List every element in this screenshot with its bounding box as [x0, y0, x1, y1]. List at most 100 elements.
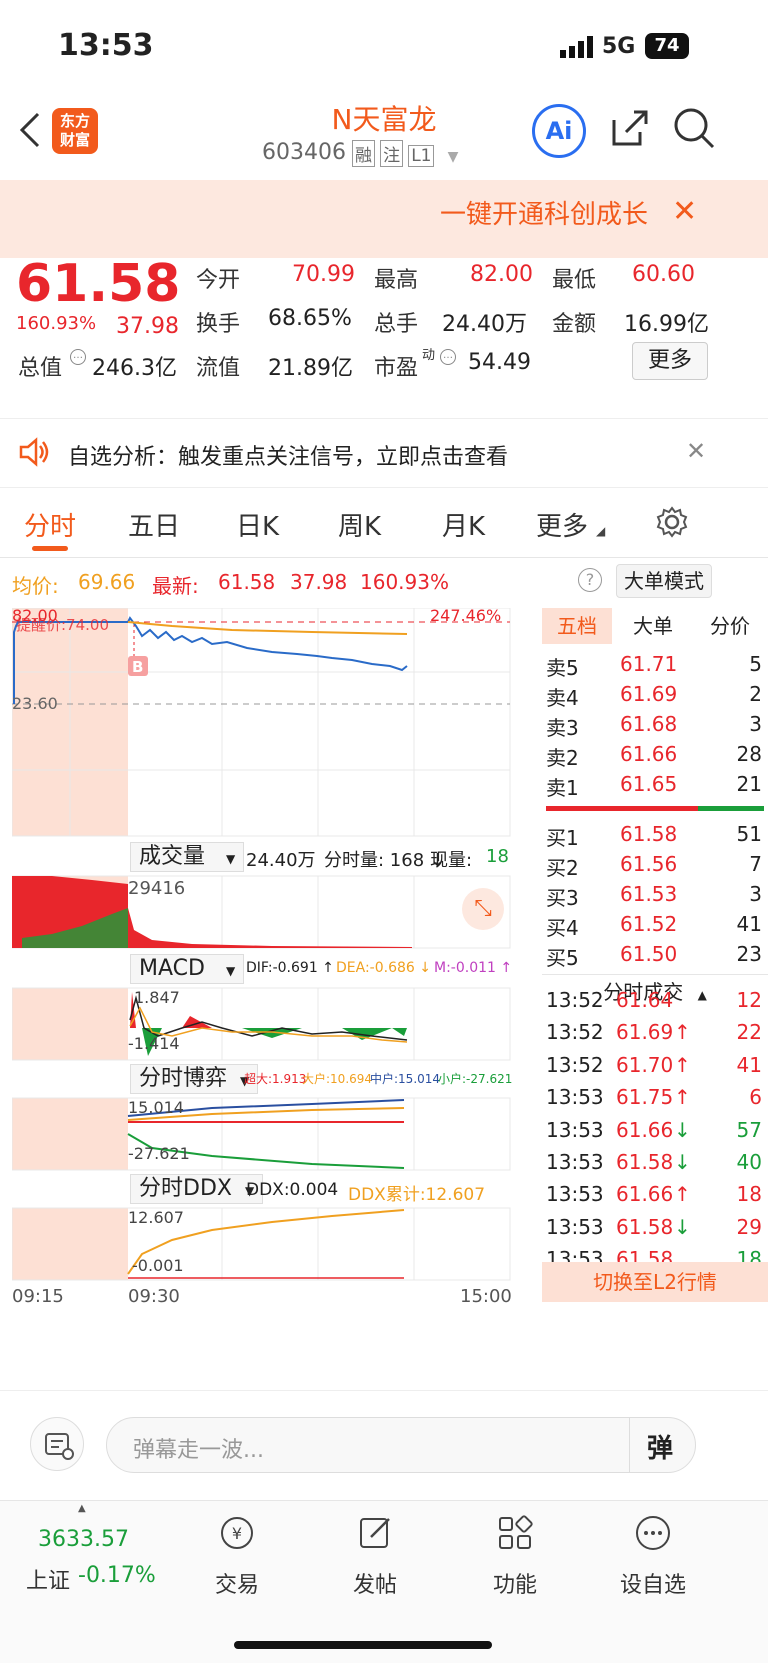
nav-trade[interactable]: ¥ 交易 — [182, 1513, 292, 1599]
macd-low-label: -1.414 — [128, 1034, 180, 1053]
danmaku-input[interactable]: 弹幕走一波... 弹 — [106, 1417, 696, 1473]
volume-max-label: 29416 — [128, 878, 186, 899]
analysis-notice[interactable]: 自选分析：触发重点关注信号，立即点击查看 ✕ — [0, 418, 768, 488]
buy-volume: 41 — [736, 912, 762, 936]
nav-functions-label: 功能 — [492, 1573, 537, 1598]
danmaku-send-button[interactable]: 弹 — [647, 1428, 673, 1465]
back-icon[interactable] — [18, 110, 42, 154]
book-tab-price[interactable]: 分价 — [692, 608, 768, 644]
buy-row[interactable]: 买1 61.58 51 — [542, 818, 768, 850]
tab-daily-k[interactable]: 日K — [236, 506, 279, 543]
game-selector[interactable]: 分时博弈 ▼ — [130, 1064, 259, 1094]
macd-selector[interactable]: MACD ▼ — [130, 954, 245, 984]
buy-row[interactable]: 买4 61.52 41 — [542, 908, 768, 940]
tick-row[interactable]: 13:53 61.66 ↑ 18 — [542, 1178, 768, 1210]
chart-svg — [11, 607, 511, 1281]
info-icon[interactable]: … — [70, 349, 86, 365]
game-small: 小户:-27.621 — [438, 1072, 513, 1086]
gear-icon[interactable] — [656, 506, 688, 542]
search-icon[interactable] — [672, 106, 716, 154]
tab-weekly-k[interactable]: 周K — [338, 506, 381, 543]
danmaku-settings-icon[interactable] — [30, 1417, 84, 1471]
expand-icon[interactable]: ⤡ — [462, 888, 504, 930]
ddx-selector[interactable]: 分时DDX ▼ — [130, 1174, 264, 1204]
tick-volume: 12 — [736, 988, 762, 1012]
sell-volume: 28 — [736, 742, 762, 766]
total-value-label: 总值 — [18, 356, 63, 381]
edit-icon — [360, 1518, 390, 1548]
ddx-high-label: 12.607 — [128, 1208, 184, 1227]
more-button[interactable]: 更多 — [632, 342, 708, 380]
chevron-down-icon[interactable]: ▼ — [448, 149, 459, 165]
book-tab-big-label: 大单 — [633, 614, 673, 638]
ai-button[interactable]: Ai — [532, 104, 586, 158]
tab-five-day[interactable]: 五日 — [128, 506, 180, 543]
switch-l2-button[interactable]: 切换至L2行情 — [542, 1262, 768, 1302]
macd-dif: DIF:-0.691 ↑ — [246, 960, 334, 976]
sell-row[interactable]: 卖3 61.68 3 — [542, 708, 768, 740]
buy-row[interactable]: 买3 61.53 3 — [542, 878, 768, 910]
buy-row[interactable]: 买5 61.50 23 — [542, 938, 768, 970]
tab-more[interactable]: 更多 — [536, 506, 588, 543]
tab-intraday[interactable]: 分时 — [24, 506, 76, 543]
book-tab-level5[interactable]: 五档 — [542, 608, 612, 644]
tick-time: 13:52 — [546, 1052, 604, 1077]
tick-row[interactable]: 13:52 61.69 ↑ 22 — [542, 1016, 768, 1048]
tick-row[interactable]: 13:52 61.70 ↑ 41 — [542, 1049, 768, 1081]
tick-volume: 6 — [749, 1085, 762, 1110]
nav-functions[interactable]: 功能 — [460, 1513, 570, 1599]
index-ticker[interactable]: ▲ 3633.57 上证 -0.17% — [20, 1501, 180, 1611]
app-logo[interactable]: 东方财富 — [52, 108, 98, 154]
nav-add-watchlist-label: 设自选 — [619, 1573, 686, 1598]
tab-monthly-k[interactable]: 月K — [442, 506, 485, 543]
close-icon[interactable]: ✕ — [672, 194, 697, 229]
change-pct: 160.93% — [16, 313, 97, 334]
share-icon[interactable] — [610, 108, 650, 152]
low-label: 最低 — [552, 268, 597, 293]
tick-row[interactable]: 13:53 61.66 ↓ 57 — [542, 1114, 768, 1146]
notice-close-icon[interactable]: ✕ — [686, 437, 706, 465]
price-low-label: 23.60 — [12, 694, 58, 713]
sell-label: 卖1 — [546, 776, 579, 800]
tick-price: 61.58 — [616, 1150, 674, 1174]
tick-price: 61.75 — [616, 1085, 674, 1110]
book-tab-big[interactable]: 大单 — [618, 608, 688, 644]
tick-row[interactable]: 13:53 61.75 ↑ 6 — [542, 1081, 768, 1113]
buy-volume: 23 — [736, 942, 762, 966]
nav-add-watchlist[interactable]: 设自选 — [598, 1513, 708, 1599]
buy-row[interactable]: 买2 61.56 7 — [542, 848, 768, 880]
avg-price-line — [127, 621, 408, 635]
avg-label: 均价: — [12, 574, 59, 598]
help-icon[interactable]: ? — [578, 568, 602, 592]
float-label: 流值 — [196, 356, 241, 381]
nav-post[interactable]: 发帖 — [320, 1513, 430, 1599]
sell-row[interactable]: 卖2 61.66 28 — [542, 738, 768, 770]
sell-row[interactable]: 卖5 61.71 5 — [542, 648, 768, 680]
tick-row[interactable]: 13:53 61.58 ↓ 29 — [542, 1211, 768, 1243]
quote-panel: 61.58 160.93% 37.98 总值 … 246.3亿 今开 70.99… — [0, 254, 768, 414]
sell-row[interactable]: 卖1 61.65 21 — [542, 768, 768, 800]
change-amount: 37.98 — [116, 314, 179, 339]
big-order-mode-label: 大单模式 — [624, 569, 704, 593]
status-time: 13:53 — [58, 28, 154, 63]
volume-selector[interactable]: 成交量 ▼ — [130, 842, 245, 872]
notice-text: 自选分析：触发重点关注信号，立即点击查看 — [68, 445, 509, 470]
tick-row[interactable]: 13:52 61.64 12 — [542, 984, 768, 1016]
pe-info-icon[interactable]: … — [440, 349, 456, 365]
macd-selector-label: MACD — [139, 956, 205, 981]
tick-time: 13:53 — [546, 1214, 604, 1239]
volume-bars-session — [128, 908, 412, 948]
tick-time: 13:53 — [546, 1117, 604, 1142]
latest-label: 最新: — [152, 574, 199, 598]
tick-row[interactable]: 13:53 61.58 ↓ 40 — [542, 1146, 768, 1178]
tick-direction-icon: ↑ — [674, 1182, 691, 1207]
buy-label: 买5 — [546, 946, 579, 970]
buy-price: 61.52 — [620, 912, 678, 936]
chart-area[interactable]: 82.00 提醒价:74.00 247.46% 23.60 B 成交量 ▼ 24… — [11, 606, 542, 1388]
promo-banner[interactable]: 一键开通科创成长 ✕ — [0, 180, 768, 258]
sell-row[interactable]: 卖4 61.69 2 — [542, 678, 768, 710]
big-order-mode-button[interactable]: 大单模式 — [616, 564, 712, 598]
sell-price: 61.66 — [620, 742, 678, 766]
ddx-selector-label: 分时DDX — [139, 1176, 232, 1201]
buy-price: 61.50 — [620, 942, 678, 966]
